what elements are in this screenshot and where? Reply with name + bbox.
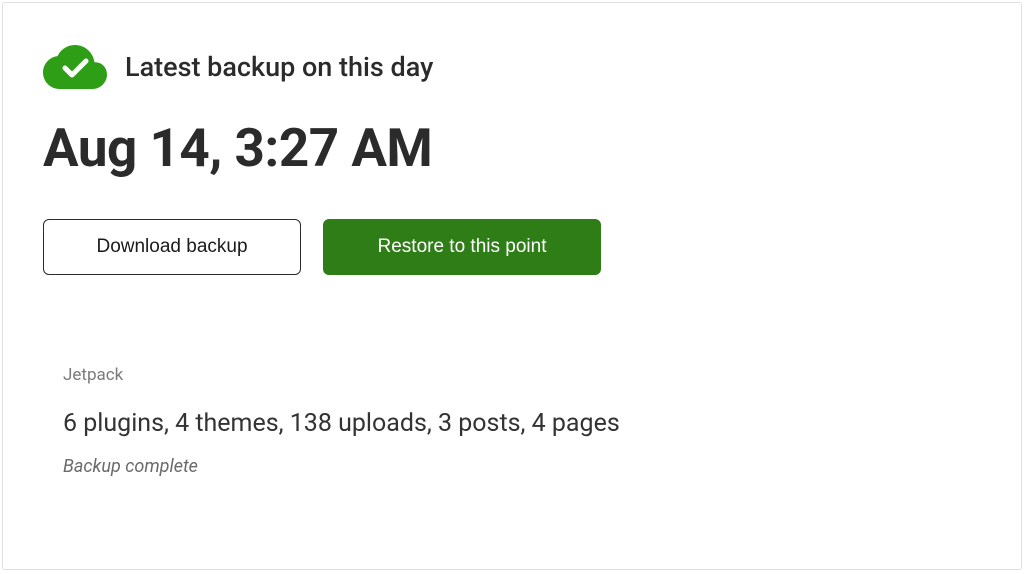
header-title: Latest backup on this day (125, 51, 433, 83)
header-row: Latest backup on this day (43, 45, 981, 89)
backup-source-label: Jetpack (63, 365, 981, 385)
backup-timestamp: Aug 14, 3:27 AM (43, 117, 981, 179)
backup-summary: 6 plugins, 4 themes, 138 uploads, 3 post… (63, 409, 981, 438)
restore-button[interactable]: Restore to this point (323, 219, 601, 275)
download-backup-button[interactable]: Download backup (43, 219, 301, 275)
cloud-check-icon (43, 45, 107, 89)
backup-status: Backup complete (63, 456, 981, 477)
backup-details: Jetpack 6 plugins, 4 themes, 138 uploads… (43, 365, 981, 477)
backup-card: Latest backup on this day Aug 14, 3:27 A… (2, 2, 1022, 570)
button-row: Download backup Restore to this point (43, 219, 981, 275)
